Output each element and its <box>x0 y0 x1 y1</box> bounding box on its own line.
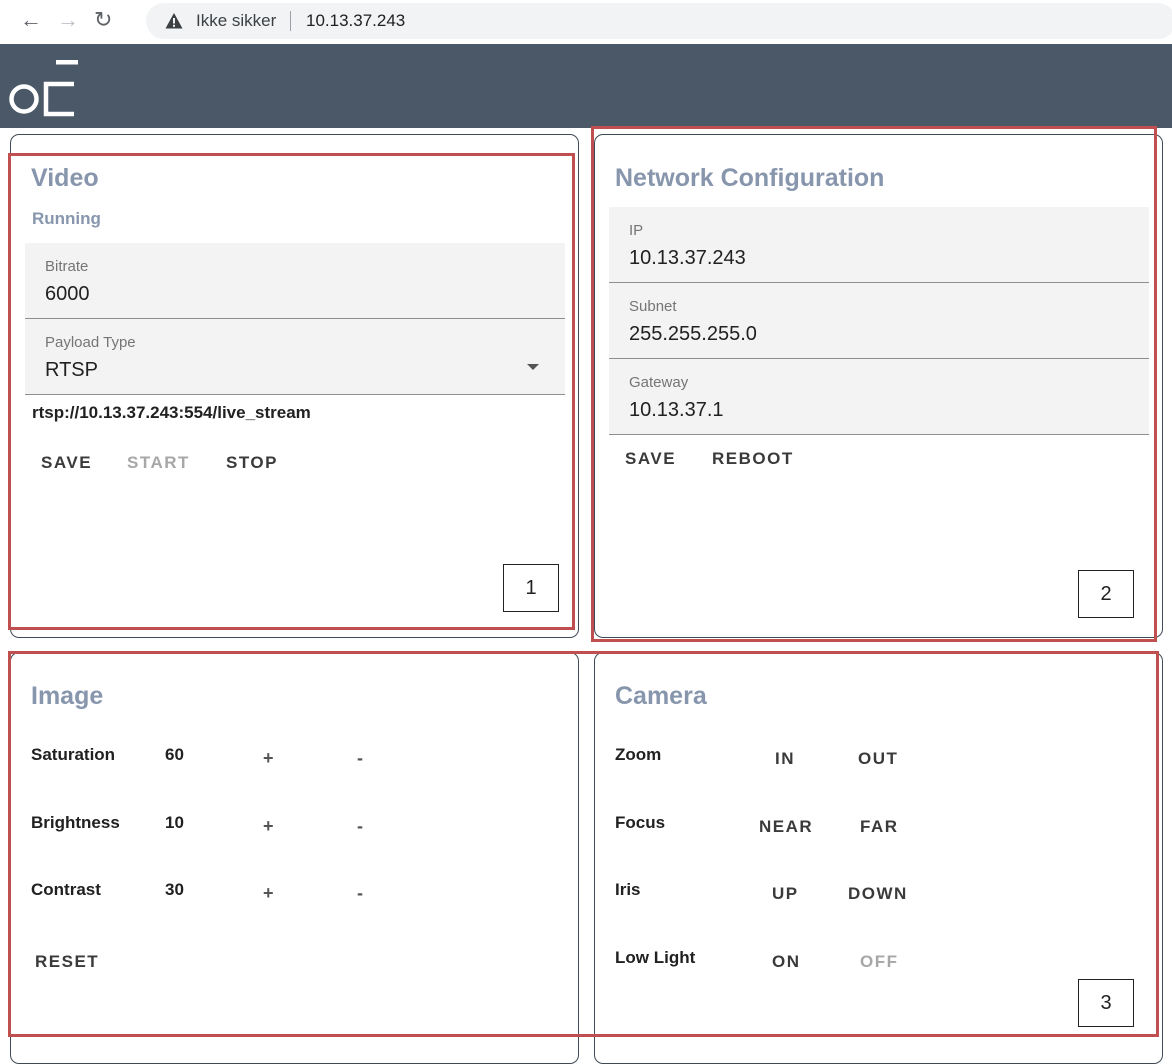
forward-arrow-icon[interactable]: → <box>57 8 79 32</box>
omnibox-divider <box>290 11 291 31</box>
app-header <box>0 44 1172 128</box>
back-arrow-icon[interactable]: ← <box>20 8 42 32</box>
url-text[interactable]: 10.13.37.243 <box>306 11 405 31</box>
annotation-label-2: 2 <box>1078 570 1134 618</box>
address-bar[interactable]: Ikke sikker 10.13.37.243 <box>146 3 1172 39</box>
annotation-label-1: 1 <box>503 564 559 612</box>
reload-icon[interactable]: ↻ <box>94 8 112 32</box>
security-label[interactable]: Ikke sikker <box>196 11 276 31</box>
annotation-box-1 <box>8 153 575 630</box>
brand-logo <box>9 60 78 117</box>
annotation-label-3: 3 <box>1078 979 1134 1027</box>
annotation-box-2 <box>591 126 1157 642</box>
browser-toolbar: ← → ↻ Ikke sikker 10.13.37.243 <box>0 0 1172 44</box>
warning-icon[interactable] <box>165 12 183 30</box>
annotation-box-3 <box>8 651 1159 1037</box>
